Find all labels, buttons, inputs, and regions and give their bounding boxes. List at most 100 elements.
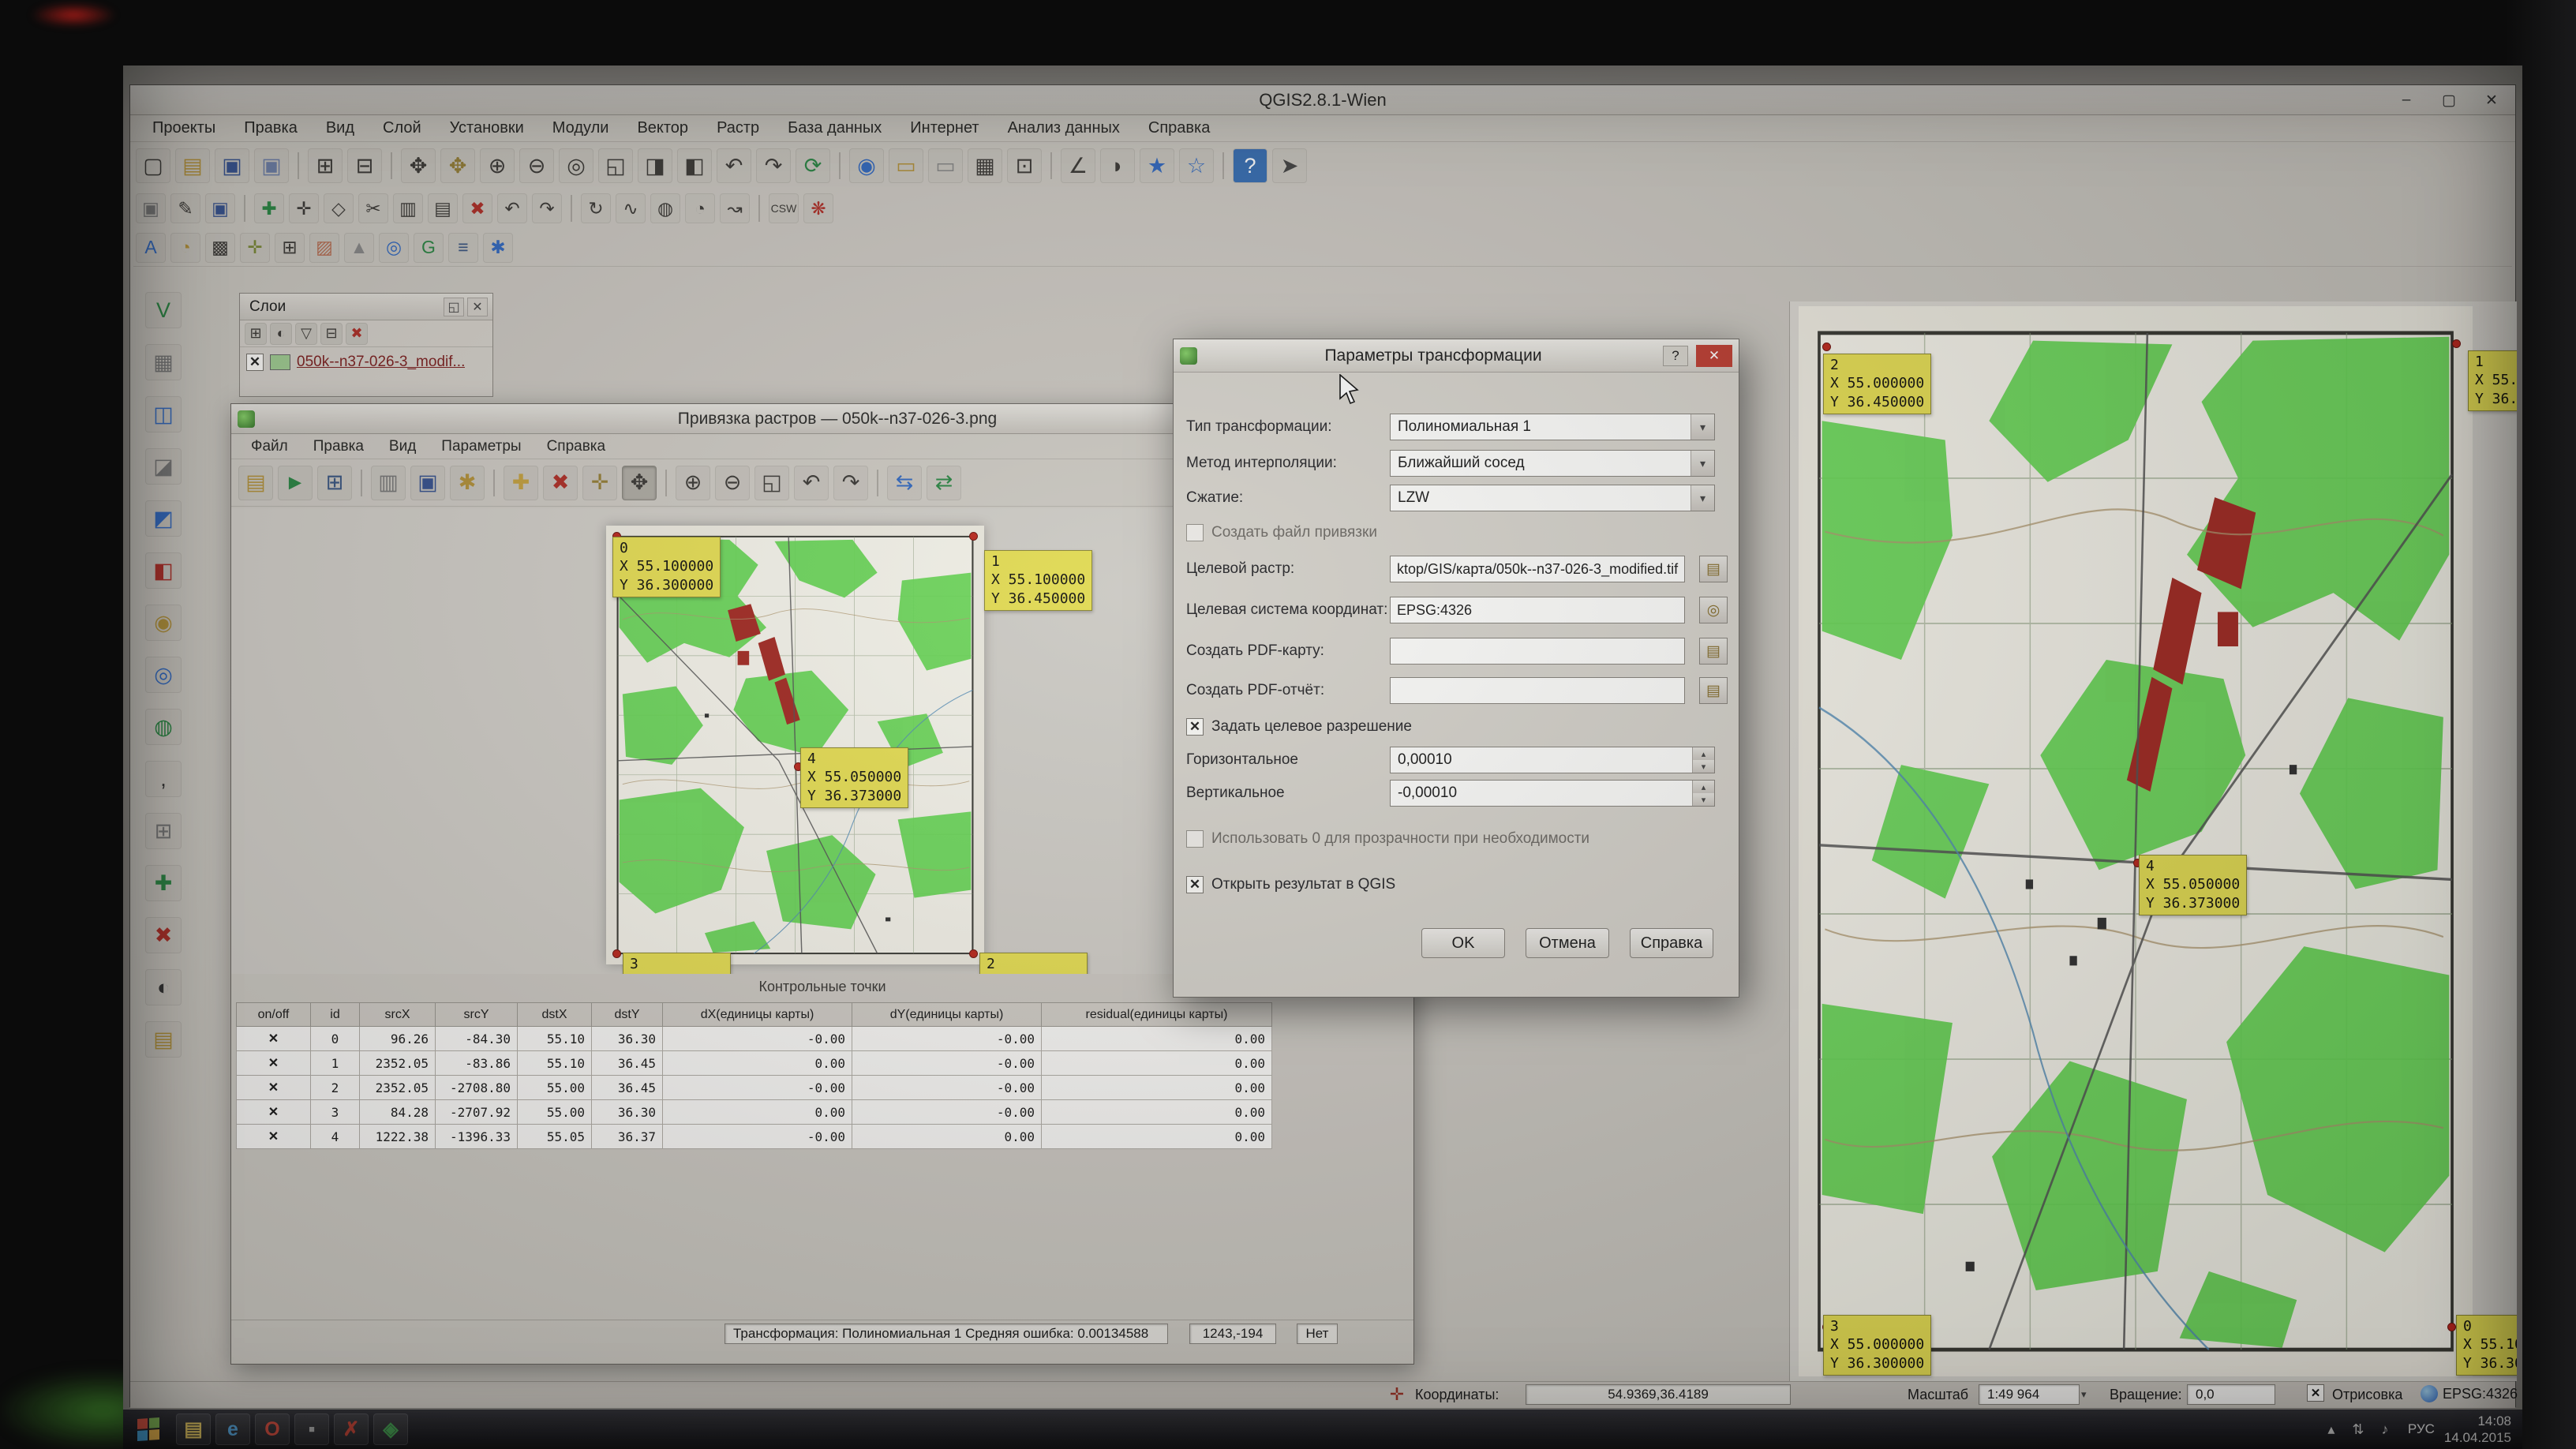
add-wms-layer-icon[interactable]: ◉ [145, 605, 182, 641]
pan-to-selection-icon[interactable]: ✥ [440, 148, 475, 183]
zoom-to-layer-icon[interactable]: ◱ [754, 466, 789, 500]
dialog-close-icon[interactable]: ✕ [1696, 345, 1732, 367]
zoom-native-icon[interactable]: ◎ [559, 148, 593, 183]
show-hidden-icons[interactable]: ▴ [2320, 1417, 2342, 1441]
spinner-arrows[interactable]: ▴▾ [1692, 781, 1714, 806]
compression-select[interactable]: LZW ▾ [1390, 485, 1715, 511]
scale-dropdown-icon[interactable]: ▾ [2081, 1388, 2087, 1401]
col-id[interactable]: id [311, 1003, 360, 1027]
new-bookmark-icon[interactable]: ★ [1140, 148, 1174, 183]
refresh-map-icon[interactable]: ⟳ [796, 148, 830, 183]
interpolation-select[interactable]: Ближайший сосед ▾ [1390, 450, 1715, 477]
add-oracle-layer-icon[interactable]: ◧ [145, 552, 182, 589]
save-project-as-icon[interactable]: ▣ [254, 148, 289, 183]
filter-legend-icon[interactable]: ▽ [295, 323, 317, 345]
start-button[interactable] [123, 1410, 174, 1449]
menubar-item[interactable]: Вектор [626, 117, 699, 140]
menubar-item[interactable]: Справка [1137, 117, 1221, 140]
console-icon[interactable]: ▪ [294, 1413, 329, 1445]
add-wfs-layer-icon[interactable]: ◍ [145, 709, 182, 745]
add-vector-layer-icon[interactable]: V [145, 292, 182, 328]
browse-folder-icon[interactable]: ▤ [1699, 677, 1728, 704]
layer-visibility-checkbox[interactable]: ✕ [246, 354, 264, 371]
pdf-report-input[interactable] [1390, 677, 1685, 704]
csw-button[interactable]: CSW [769, 193, 799, 223]
help-contents-icon[interactable]: ? [1233, 148, 1267, 183]
zoom-in-icon[interactable]: ⊕ [676, 466, 710, 500]
current-edits-icon[interactable]: ▣ [136, 193, 166, 223]
map-themes-icon[interactable]: ◐ [145, 969, 182, 1005]
start-georeferencing-icon[interactable]: ► [278, 466, 313, 500]
georeferencer-menu-item[interactable]: Файл [241, 436, 298, 457]
map-tips-icon[interactable]: ◗ [1100, 148, 1135, 183]
close-panel-icon[interactable]: ✕ [467, 298, 488, 316]
gdal-script-icon[interactable]: ⊞ [317, 466, 352, 500]
rotate-feature-icon[interactable]: ↻ [581, 193, 611, 223]
transform-type-select[interactable]: Полиномиальная 1 ▾ [1390, 414, 1715, 440]
dialog-titlebar[interactable]: Параметры трансформации ? ✕ [1174, 339, 1739, 373]
add-postgis-layer-icon[interactable]: ◫ [145, 396, 182, 432]
ok-button[interactable]: OK [1421, 928, 1505, 958]
new-composer-icon[interactable]: ⊞ [308, 148, 343, 183]
pan-tool-icon[interactable]: ✥ [622, 466, 657, 500]
gcp-table-row[interactable]: ✕384.28-2707.9255.0036.300.00-0.000.00 [237, 1100, 1272, 1125]
decorations-icon[interactable]: ▩ [205, 233, 235, 263]
browse-folder-icon[interactable]: ▤ [1699, 638, 1728, 665]
close-icon[interactable]: ✕ [2476, 89, 2507, 111]
move-feature-icon[interactable]: ✛ [289, 193, 319, 223]
render-checkbox[interactable]: ✕ [2307, 1384, 2324, 1402]
gcp-table-row[interactable]: ✕41222.38-1396.3355.0536.37-0.000.000.00 [237, 1125, 1272, 1149]
save-layer-edits-icon[interactable]: ▣ [205, 193, 235, 223]
georeferencer-plugin-icon[interactable]: ✛ [240, 233, 270, 263]
col-dstx[interactable]: dstX [518, 1003, 592, 1027]
new-project-icon[interactable]: ▢ [136, 148, 170, 183]
link-georeferencer-to-qgis-icon[interactable]: ⇆ [887, 466, 922, 500]
python-console-icon[interactable]: ≡ [448, 233, 478, 263]
vertical-spinbox[interactable]: -0,00010 ▴▾ [1390, 780, 1715, 807]
layers-panel-header[interactable]: Слои ◱ ✕ [240, 294, 492, 320]
new-shapefile-icon[interactable]: ✚ [145, 865, 182, 901]
open-raster-icon[interactable]: ▤ [238, 466, 273, 500]
spinner-arrows[interactable]: ▴▾ [1692, 747, 1714, 773]
dialog-help-icon[interactable]: ? [1663, 346, 1688, 366]
add-virtual-layer-icon[interactable]: ⊞ [145, 813, 182, 849]
zoom-last-icon[interactable]: ↶ [717, 148, 751, 183]
add-delimited-text-icon[interactable]: , [145, 761, 182, 797]
simplify-feature-icon[interactable]: ∿ [616, 193, 646, 223]
measure-icon[interactable]: ∠ [1061, 148, 1095, 183]
menubar-item[interactable]: Модули [541, 117, 620, 140]
grass-tools-icon[interactable]: G [414, 233, 444, 263]
delete-point-icon[interactable]: ✖ [543, 466, 578, 500]
georeferencer-menu-item[interactable]: Параметры [431, 436, 531, 457]
target-crs-input[interactable]: EPSG:4326 [1390, 597, 1685, 623]
coords-input[interactable]: 54.9369,36.4189 [1526, 1384, 1791, 1405]
chevron-down-icon[interactable]: ▾ [1690, 451, 1714, 476]
add-mssql-layer-icon[interactable]: ◩ [145, 500, 182, 537]
gcp-table-row[interactable]: ✕22352.05-2708.8055.0036.45-0.00-0.000.0… [237, 1076, 1272, 1100]
heatmap-icon[interactable]: ▨ [309, 233, 339, 263]
internet-explorer-icon[interactable]: e [215, 1413, 250, 1445]
add-point-icon[interactable]: ✚ [504, 466, 538, 500]
menubar-item[interactable]: Правка [233, 117, 309, 140]
transformation-settings-icon[interactable]: ✱ [450, 466, 485, 500]
undo-icon[interactable]: ↶ [497, 193, 527, 223]
browse-folder-icon[interactable]: ▤ [1699, 556, 1728, 582]
cut-features-icon[interactable]: ✂ [358, 193, 388, 223]
point-enabled-checkbox[interactable]: ✕ [237, 1100, 311, 1125]
menubar-item[interactable]: Анализ данных [997, 117, 1131, 140]
add-feature-icon[interactable]: ✚ [254, 193, 284, 223]
georeferencer-menu-item[interactable]: Вид [379, 436, 426, 457]
float-panel-icon[interactable]: ◱ [444, 298, 464, 316]
add-raster-layer-icon[interactable]: ▦ [145, 344, 182, 380]
whats-this-icon[interactable]: ➤ [1272, 148, 1307, 183]
show-bookmarks-icon[interactable]: ☆ [1179, 148, 1214, 183]
col-dx[interactable]: dX(единицы карты) [663, 1003, 852, 1027]
reshape-features-icon[interactable]: ↝ [720, 193, 750, 223]
add-spatialite-layer-icon[interactable]: ◪ [145, 448, 182, 485]
horizontal-spinbox[interactable]: 0,00010 ▴▾ [1390, 747, 1715, 773]
zoom-to-selection-icon[interactable]: ◨ [638, 148, 672, 183]
manage-visibility-icon[interactable]: ◐ [270, 323, 292, 345]
identify-features-icon[interactable]: ◉ [849, 148, 884, 183]
app-red-icon[interactable]: ✗ [334, 1413, 369, 1445]
toggle-editing-icon[interactable]: ✎ [170, 193, 200, 223]
